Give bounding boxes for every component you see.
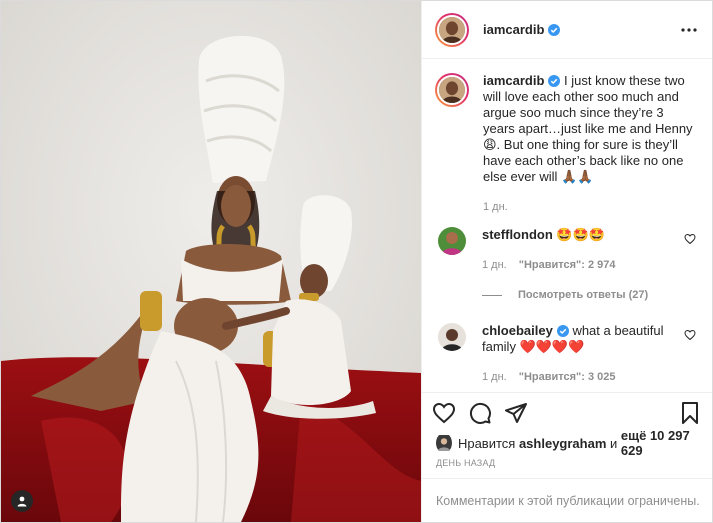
comment-like-icon[interactable] [684,329,696,341]
save-button[interactable] [678,401,702,425]
caption-text: I just know these two will love each oth… [483,73,693,184]
comment-item: chloebailey what a beautiful family ❤️❤️… [435,323,696,383]
author-avatar[interactable] [435,12,469,47]
comment-icon [469,402,491,424]
verified-badge-icon [548,23,561,36]
author-avatar-image [439,16,465,43]
more-options-icon [681,27,697,32]
heart-icon [432,402,456,423]
caption-author-avatar[interactable] [435,73,469,107]
commenter-username[interactable]: chloebailey [482,323,553,338]
post-timestamp[interactable]: ДЕНЬ НАЗАД [422,454,712,478]
commenter-avatar-image [438,227,466,255]
comment-time[interactable]: 1 дн. [482,371,507,383]
photo-scene [1,1,421,522]
comment-like-icon[interactable] [684,233,696,245]
liker-avatar[interactable] [436,433,452,453]
tagged-user-icon [17,496,27,507]
verified-badge-icon [548,75,561,87]
likes-joiner: и [610,435,618,451]
comment-time[interactable]: 1 дн. [482,259,507,271]
share-button[interactable] [504,401,528,425]
comment-likes[interactable]: "Нравится": 2 974 [519,259,616,271]
view-replies-button[interactable]: Посмотреть ответы (27) [482,289,696,301]
author-username[interactable]: iamcardib [483,22,544,37]
post-header: iamcardib [422,1,712,59]
caption-author-avatar-image [439,77,465,103]
comment-item: stefflondon 🤩🤩🤩 1 дн. "Нравится": 2 974 [435,227,696,271]
replies-divider [482,294,502,296]
like-button[interactable] [432,401,456,425]
comments-limited-notice: Комментарии к этой публикации ограничены… [422,478,712,522]
instagram-post: iamcardib iamcardib I just know these tw… [0,0,713,523]
commenter-avatar[interactable] [438,227,466,255]
tagged-user-button[interactable] [11,490,33,512]
share-icon [505,402,527,423]
view-replies-label: Посмотреть ответы (27) [518,289,649,301]
comment-text: 🤩🤩🤩 [556,227,605,242]
caption-username[interactable]: iamcardib [483,73,544,88]
post-sidebar: iamcardib iamcardib I just know these tw… [421,1,712,522]
commenter-avatar[interactable] [438,323,466,351]
commenter-username[interactable]: stefflondon [482,227,553,242]
commenter-avatar-image [438,323,466,351]
comment-button[interactable] [468,401,492,425]
post-photo[interactable] [1,1,421,522]
liker-username[interactable]: ashleygraham [519,436,606,451]
caption-time[interactable]: 1 дн. [483,201,508,213]
comments-section: iamcardib I just know these two will lov… [422,59,712,392]
verified-badge-icon [556,325,569,337]
bookmark-icon [682,401,698,424]
comment-likes[interactable]: "Нравится": 3 025 [519,371,616,383]
action-bar [422,392,712,432]
likes-prefix: Нравится [457,435,516,451]
post-caption: iamcardib I just know these two will lov… [435,73,696,213]
likes-summary: Нравится ashleygraham и ещё 10 297 629 [422,428,712,458]
more-options-button[interactable] [678,19,700,41]
liker-avatar-image [436,435,452,451]
